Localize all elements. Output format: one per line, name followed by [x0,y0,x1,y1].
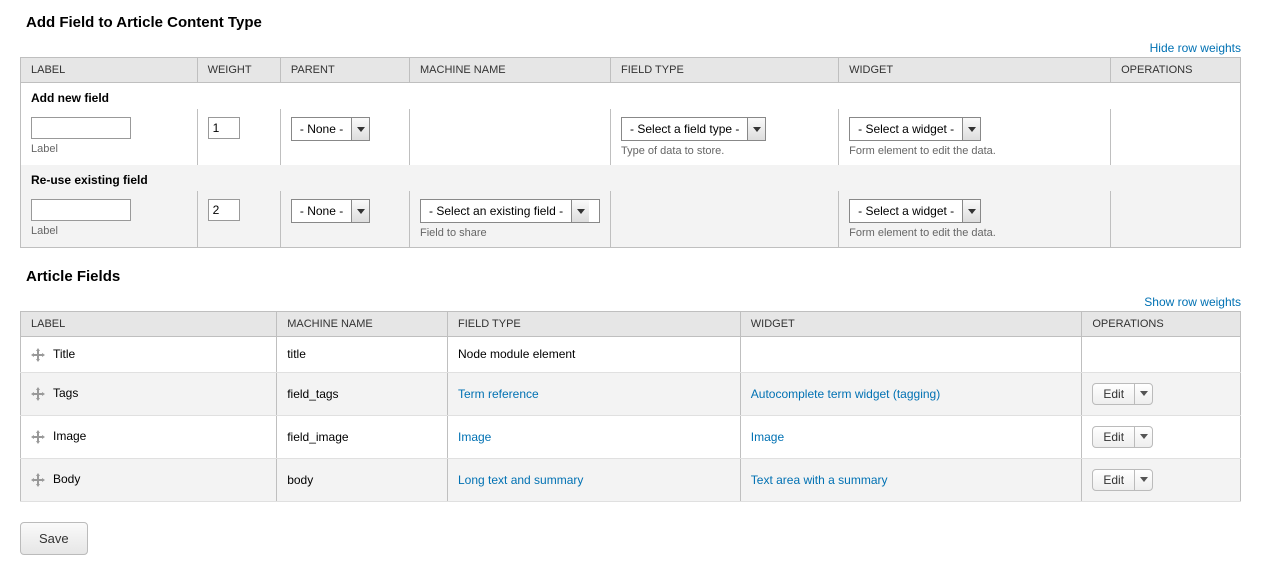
chevron-down-icon [1134,427,1152,447]
show-row-weights-link[interactable]: Show row weights [1144,295,1241,309]
table-row: Title titleNode module element [21,337,1241,373]
table-row: Body body Long text and summary Text area w… [21,458,1241,501]
add-field-heading: Add Field to Article Content Type [26,14,1241,31]
chevron-down-icon [747,118,765,140]
chevron-down-icon [571,200,589,222]
field-type-link[interactable]: Term reference [458,387,539,401]
col2-field-type: FIELD TYPE [447,312,740,337]
drag-handle-icon[interactable] [31,387,45,401]
col-field-type: FIELD TYPE [611,58,839,83]
field-type-link[interactable]: Image [458,430,491,444]
chevron-down-icon [351,118,369,140]
field-machine-name: title [277,337,448,373]
chevron-down-icon [962,118,980,140]
save-button[interactable]: Save [20,522,88,555]
add-field-type-hint: Type of data to store. [621,145,828,157]
add-weight-input[interactable] [208,117,240,139]
field-label: Tags [53,386,78,400]
add-widget-select[interactable]: - Select a widget - [849,117,981,141]
reuse-existing-hint: Field to share [420,227,600,239]
col2-widget: WIDGET [740,312,1082,337]
field-type-link[interactable]: Long text and summary [458,473,583,487]
chevron-down-icon [351,200,369,222]
add-label-input[interactable] [31,117,131,139]
field-type: Node module element [447,337,740,373]
reuse-label-hint: Label [31,225,187,237]
drag-handle-icon[interactable] [31,430,45,444]
edit-button[interactable]: Edit [1092,426,1153,448]
reuse-widget-select[interactable]: - Select a widget - [849,199,981,223]
reuse-label-input[interactable] [31,199,131,221]
article-fields-heading: Article Fields [26,268,1241,285]
chevron-down-icon [1134,384,1152,404]
hide-row-weights-link[interactable]: Hide row weights [1150,41,1241,55]
field-label: Image [53,429,86,443]
drag-handle-icon[interactable] [31,348,45,362]
field-label: Body [53,472,80,486]
field-widget-link[interactable]: Autocomplete term widget (tagging) [751,387,940,401]
col2-operations: OPERATIONS [1082,312,1241,337]
add-label-hint: Label [31,143,187,155]
field-machine-name: field_tags [277,372,448,415]
field-widget-link[interactable]: Text area with a summary [751,473,888,487]
col2-machine-name: MACHINE NAME [277,312,448,337]
col-weight: WEIGHT [197,58,280,83]
reuse-parent-select[interactable]: - None - [291,199,370,223]
field-machine-name: body [277,458,448,501]
reuse-field-heading: Re-use existing field [21,165,1241,191]
reuse-widget-hint: Form element to edit the data. [849,227,1100,239]
field-widget-link[interactable]: Image [751,430,784,444]
add-new-field-heading: Add new field [21,83,1241,110]
col-operations: OPERATIONS [1111,58,1241,83]
table-row: Image field_image Image Image Edit [21,415,1241,458]
edit-button[interactable]: Edit [1092,383,1153,405]
add-field-type-select[interactable]: - Select a field type - [621,117,766,141]
col2-label: LABEL [21,312,277,337]
reuse-weight-input[interactable] [208,199,240,221]
col-widget: WIDGET [839,58,1111,83]
field-widget [740,337,1082,373]
chevron-down-icon [962,200,980,222]
add-parent-select[interactable]: - None - [291,117,370,141]
col-label: LABEL [21,58,198,83]
article-fields-table: LABEL MACHINE NAME FIELD TYPE WIDGET OPE… [20,311,1241,502]
chevron-down-icon [1134,470,1152,490]
field-label: Title [53,347,75,361]
reuse-existing-select[interactable]: - Select an existing field - [420,199,600,223]
edit-button[interactable]: Edit [1092,469,1153,491]
add-field-table: LABEL WEIGHT PARENT MACHINE NAME FIELD T… [20,57,1241,248]
field-machine-name: field_image [277,415,448,458]
drag-handle-icon[interactable] [31,473,45,487]
col-parent: PARENT [280,58,409,83]
col-machine-name: MACHINE NAME [410,58,611,83]
table-row: Tags field_tags Term reference Autocomplete… [21,372,1241,415]
add-widget-hint: Form element to edit the data. [849,145,1100,157]
